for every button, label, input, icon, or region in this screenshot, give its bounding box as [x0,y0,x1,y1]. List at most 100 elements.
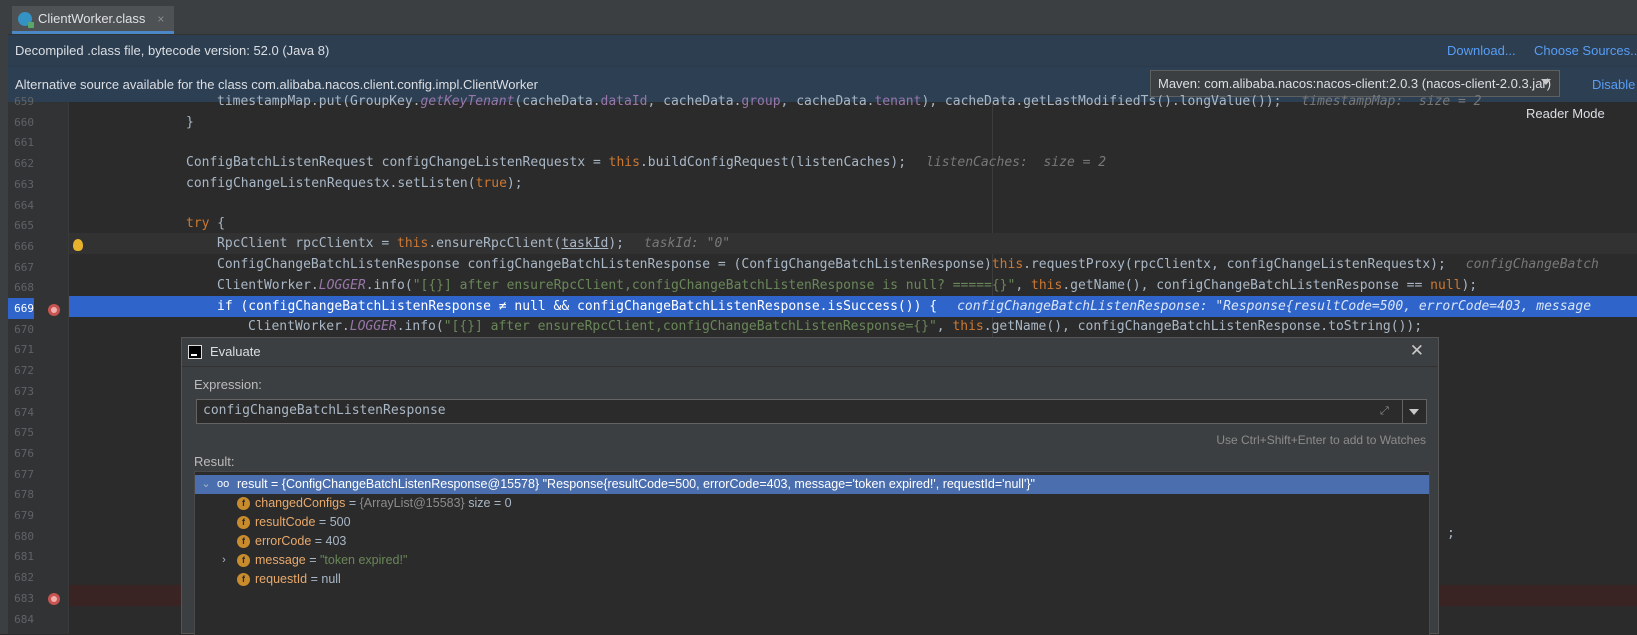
line-number: 664 [14,199,34,212]
expand-icon[interactable]: ⤢ [1380,405,1392,417]
field-row-requestId[interactable]: f requestId = null [195,570,1429,589]
choose-sources-link[interactable]: Choose Sources... [1534,43,1637,58]
code-line-669-execution-point[interactable]: if (configChangeBatchListenResponse ≠ nu… [69,296,1637,317]
result-label: Result: [194,454,235,469]
line-number: 672 [14,364,34,377]
field-row-message[interactable]: › f message = "token expired!" [195,551,1429,570]
code-line-666[interactable]: RpcClient rpcClientx = this.ensureRpcCli… [69,233,1637,254]
line-number: 667 [14,261,34,274]
code-line-665[interactable]: try { [69,213,1637,234]
line-number: 684 [14,613,34,626]
field-name: requestId [255,572,308,586]
alternative-source-text: Alternative source available for the cla… [15,77,538,92]
field-eq: = [311,534,326,548]
maven-source-value: Maven: com.alibaba.nacos:nacos-client:2.… [1158,76,1552,91]
field-value: null [321,572,341,586]
line-number: 662 [14,157,34,170]
line-number: 661 [14,136,34,149]
inlay-hint: configChangeBatchListenResponse: "Respon… [957,299,1592,314]
line-number: 659 [14,95,34,108]
line-number: 670 [14,323,34,336]
expression-label: Expression: [194,377,262,392]
line-number: 676 [14,447,34,460]
inlay-hint: listenCaches: size = 2 [926,155,1107,170]
field-name: errorCode [255,534,312,548]
code-line-670[interactable]: ClientWorker.LOGGER.info("[{}] after ens… [69,316,1637,337]
code-line-659[interactable]: timestampMap.put(GroupKey.getKeyTenant(c… [69,91,1637,112]
line-number: 668 [14,281,34,294]
watch-glasses-icon: oo [217,478,230,490]
line-number: 666 [14,240,34,253]
line-number: 682 [14,571,34,584]
download-link[interactable]: Download... [1447,43,1516,58]
line-number: 678 [14,488,34,501]
code-line-660[interactable]: } [69,112,1637,133]
code-line-668[interactable]: ClientWorker.LOGGER.info("[{}] after ens… [69,275,1637,296]
dialog-title-bar[interactable]: Evaluate ✕ [182,338,1438,367]
disable-link[interactable]: Disable [1592,77,1635,92]
dialog-title: Evaluate [210,344,261,359]
line-number: 677 [14,468,34,481]
field-icon: f [237,573,250,586]
close-icon[interactable]: ✕ [1410,341,1424,361]
field-row-resultCode[interactable]: f resultCode = 500 [195,513,1429,532]
line-number: 665 [14,219,34,232]
reader-mode-button[interactable]: Reader Mode [1522,104,1609,123]
field-icon: f [237,535,250,548]
line-number: 683 [14,592,34,605]
field-name: message [255,553,306,567]
chevron-right-icon[interactable]: › [219,551,229,570]
line-number: 680 [14,530,34,543]
line-number: 669 [8,298,34,319]
line-number: 675 [14,426,34,439]
breakpoint-icon[interactable] [48,593,60,605]
tab-label: ClientWorker.class [38,11,146,26]
line-number: 663 [14,178,34,191]
inlay-hint: taskId: "0" [644,236,731,251]
code-line-663[interactable]: configChangeListenRequestx.setListen(tru… [69,173,1637,194]
field-value: 403 [325,534,347,548]
editor-tab-bar: ClientWorker.class × [8,0,1637,35]
inlay-hint: configChangeBatch [1465,257,1599,272]
field-eq: = [307,572,322,586]
tab-clientworker-class[interactable]: ClientWorker.class × [12,6,175,34]
class-file-icon [18,11,34,28]
line-number: 674 [14,406,34,419]
field-eq: = [345,496,360,510]
field-row-errorCode[interactable]: f errorCode = 403 [195,532,1429,551]
line-number: 673 [14,385,34,398]
result-text: result = {ConfigChangeBatchListenRespons… [237,477,1035,491]
expression-value: configChangeBatchListenResponse [203,403,446,418]
expression-input[interactable]: configChangeBatchListenResponse ⤢ [196,399,1427,424]
chevron-down-icon[interactable]: ⌄ [201,475,211,494]
field-row-changedConfigs[interactable]: f changedConfigs = {ArrayList@15583} size… [195,494,1429,513]
result-row[interactable]: ⌄ oo result = {ConfigChangeBatchListenRe… [195,475,1429,494]
result-tree: ⌄ oo result = {ConfigChangeBatchListenRe… [194,471,1430,635]
field-name: resultCode [255,515,316,529]
field-icon: f [237,497,250,510]
inlay-hint: timestampMap: size = 2 [1301,94,1482,109]
decompiled-banner-text: Decompiled .class file, bytecode version… [15,43,330,58]
chevron-down-icon [1541,79,1551,85]
history-dropdown-button[interactable] [1402,400,1426,423]
code-line-662[interactable]: ConfigBatchListenRequest configChangeLis… [69,152,1637,173]
tab-close-icon[interactable]: × [157,12,164,26]
field-icon: f [237,516,250,529]
breakpoint-icon[interactable] [48,304,60,316]
line-number: 671 [14,343,34,356]
intellij-logo-icon [188,345,202,359]
line-number: 681 [14,550,34,563]
lightbulb-icon[interactable] [73,239,83,251]
watches-hint: Use Ctrl+Shift+Enter to add to Watches [1216,433,1426,447]
field-icon: f [237,554,250,567]
evaluate-dialog: Evaluate ✕ Expression: configChangeBatch… [181,337,1439,635]
field-value: size = 0 [464,496,512,510]
field-eq: = [305,553,320,567]
field-ref: {ArrayList@15583} [359,496,465,510]
field-value: "token expired!" [319,553,408,567]
code-line-667[interactable]: ConfigChangeBatchListenResponse configCh… [69,254,1637,275]
line-number: 679 [14,509,34,522]
line-number: 660 [14,116,34,129]
field-value: 500 [329,515,351,529]
decompiled-banner: Decompiled .class file, bytecode version… [8,35,1637,67]
